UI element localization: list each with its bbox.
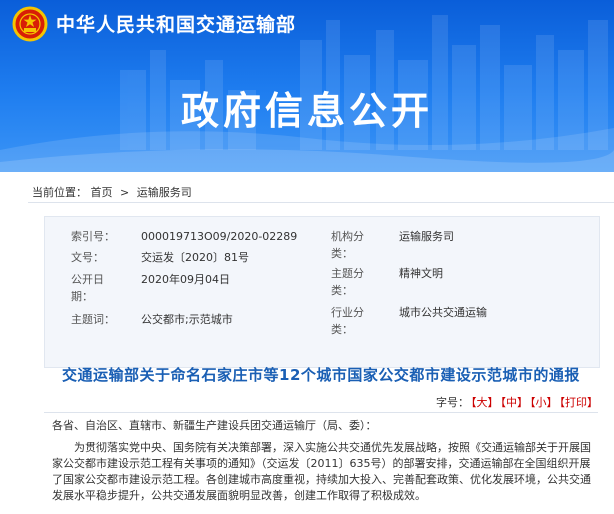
breadcrumb: 当前位置： 首页 > 运输服务司 xyxy=(32,184,192,200)
paragraph-line: 为贯彻落实党中央、国务院有关决策部署，深入实施公共交通优先发展战略，按照《交通运 xyxy=(74,441,514,454)
document-body: 各省、自治区、直辖市、新疆生产建设兵团交通运输厅（局、委）： 为贯彻落实党中央、… xyxy=(52,418,592,504)
banner-title: 政府信息公开 xyxy=(180,88,433,133)
industry-category-label-line1: 行业分 xyxy=(331,306,364,319)
header-banner: 中华人民共和国交通运输部 政府信息公开 xyxy=(0,0,614,172)
document-metadata-box: 索引号： 000019713O09/2020-02289 文号： 交运发〔202… xyxy=(44,216,600,368)
publish-date-value: 2020年09月04日 xyxy=(141,273,230,286)
print-button[interactable]: 【打印】 xyxy=(560,396,599,409)
font-medium-button[interactable]: 【中】 xyxy=(501,396,529,409)
paragraph-line: 善，创建工作取得了积极成效。 xyxy=(272,489,426,502)
org-category-label-line2: 类： xyxy=(331,247,353,260)
salutation: 各省、自治区、直辖市、新疆生产建设兵团交通运输厅（局、委）： xyxy=(52,419,377,432)
index-value: 000019713O09/2020-02289 xyxy=(141,230,298,243)
font-small-button[interactable]: 【小】 xyxy=(530,396,558,409)
publish-date-label-line1: 公开日 xyxy=(71,273,104,286)
industry-category-value: 城市公共交通运输 xyxy=(399,306,487,319)
topic-category-label-line1: 主题分 xyxy=(331,267,364,280)
topic-category-value: 精神文明 xyxy=(399,267,443,280)
industry-category-label-line2: 类： xyxy=(331,323,353,336)
body-paragraph: 为贯彻落实党中央、国务院有关决策部署，深入实施公共交通优先发展战略，按照《交通运… xyxy=(52,440,592,504)
title-divider xyxy=(44,412,598,413)
doc-number-value: 交运发〔2020〕81号 xyxy=(141,251,249,264)
font-large-button[interactable]: 【大】 xyxy=(471,396,499,409)
subject-words-value: 公交都市;示范城市 xyxy=(141,313,233,326)
font-size-controls: 字号： 【大】 【中】 【小】 【打印】 xyxy=(436,394,598,410)
breadcrumb-department-link[interactable]: 运输服务司 xyxy=(137,186,192,199)
font-size-label: 字号： xyxy=(436,396,469,409)
doc-number-label: 文号： xyxy=(71,251,104,264)
content-card: 当前位置： 首页 > 运输服务司 索引号： 000019713O09/2020-… xyxy=(28,176,614,514)
topic-category-label-line2: 类： xyxy=(331,284,353,297)
org-category-value: 运输服务司 xyxy=(399,230,454,243)
breadcrumb-home-link[interactable]: 首页 xyxy=(91,186,113,199)
index-label: 索引号： xyxy=(71,230,115,243)
document-title: 交通运输部关于命名石家庄市等12个城市国家公交都市建设示范城市的通报 xyxy=(62,366,580,384)
publish-date-label-line2: 期： xyxy=(71,290,93,303)
breadcrumb-label: 当前位置： xyxy=(32,186,87,199)
subject-words-label: 主题词： xyxy=(71,313,115,326)
breadcrumb-separator: > xyxy=(120,186,130,199)
breadcrumb-divider xyxy=(28,202,614,203)
site-name[interactable]: 中华人民共和国交通运输部 xyxy=(56,10,296,37)
national-emblem-icon[interactable] xyxy=(12,6,48,42)
org-category-label-line1: 机构分 xyxy=(331,230,364,243)
